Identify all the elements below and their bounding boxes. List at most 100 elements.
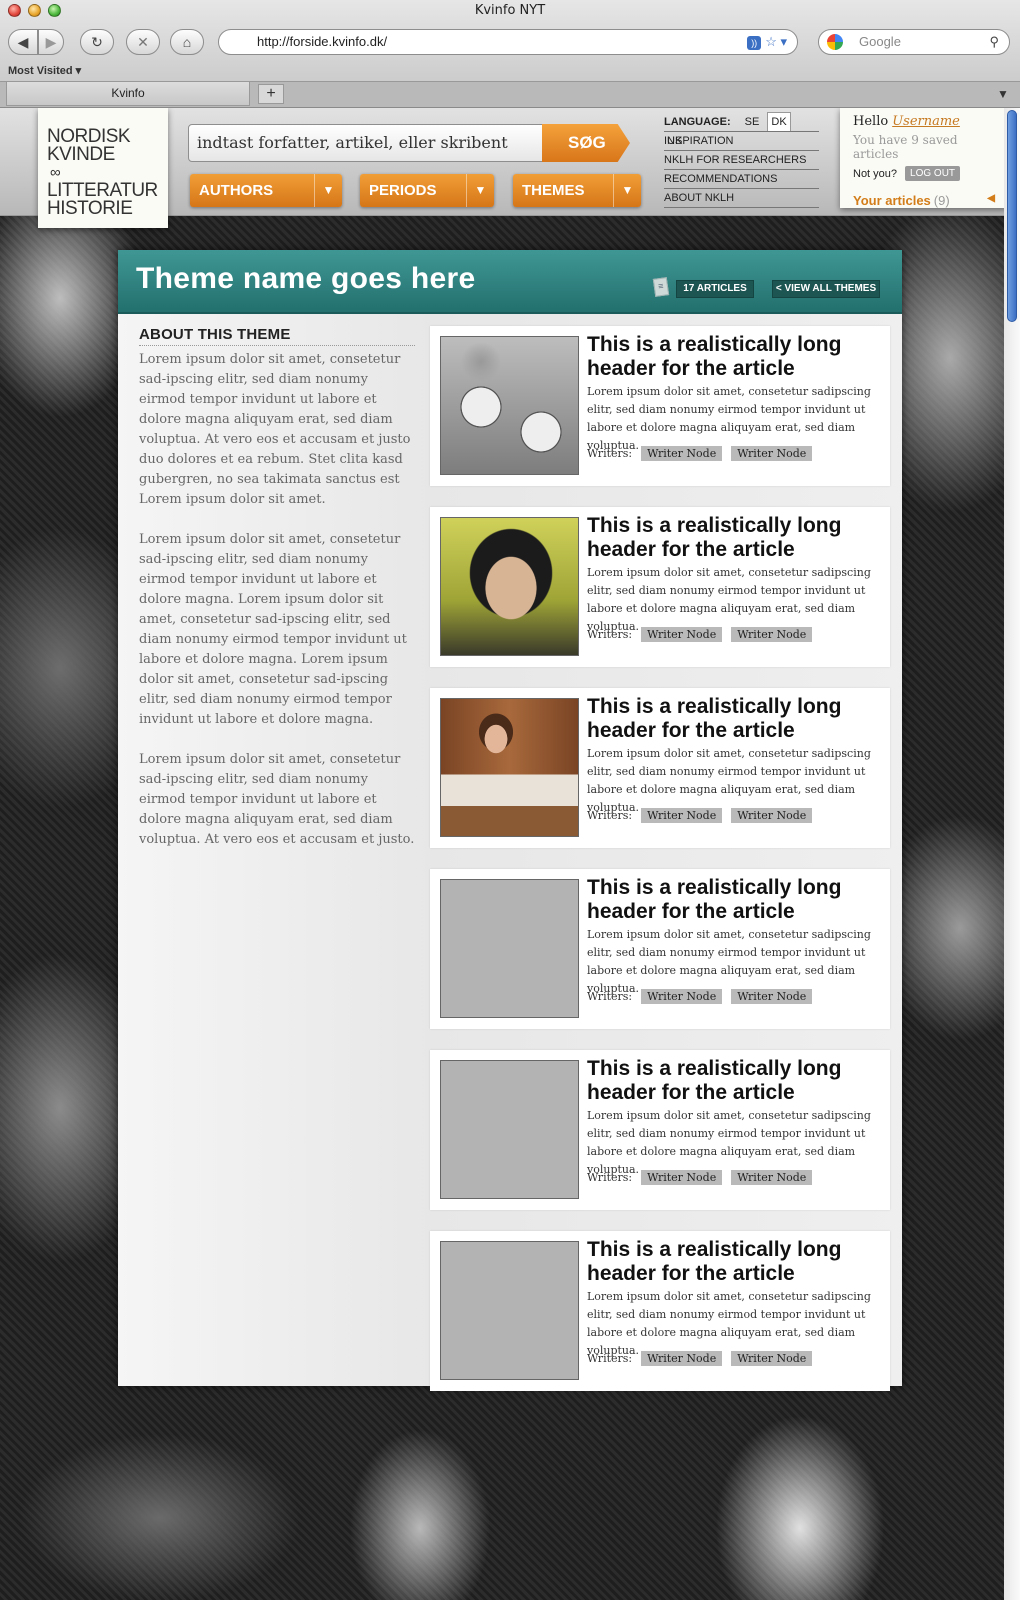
nav-authors-dropdown[interactable]: AUTHORS ▼ xyxy=(190,174,342,207)
article-excerpt: Lorem ipsum dolor sit amet, consetetur s… xyxy=(587,385,871,452)
article-excerpt: Lorem ipsum dolor sit amet, consetetur s… xyxy=(587,928,871,995)
header-links-divider xyxy=(664,207,819,208)
writer-tag[interactable]: Writer Node xyxy=(641,1351,723,1366)
writer-tag[interactable]: Writer Node xyxy=(731,989,813,1004)
article-writers: Writers: Writer Node Writer Node xyxy=(587,989,813,1004)
magnifier-icon[interactable]: ⚲ xyxy=(989,30,999,54)
address-bar[interactable]: http://forside.kvinfo.dk/ )) ☆ ▾ xyxy=(218,29,798,55)
your-articles-count: (9) xyxy=(933,193,950,208)
nav-periods-label: PERIODS xyxy=(369,182,437,199)
your-articles-link[interactable]: Your articles (9) ◀ xyxy=(853,193,995,208)
writer-tag[interactable]: Writer Node xyxy=(731,1170,813,1185)
article-card[interactable]: This is a realistically long header for … xyxy=(430,326,890,486)
about-paragraph: Lorem ipsum dolor sit amet, consetetur s… xyxy=(139,352,411,507)
not-you-text: Not you? xyxy=(853,167,898,180)
logout-button[interactable]: LOG OUT xyxy=(905,166,961,181)
article-card[interactable]: This is a realistically long header for … xyxy=(430,869,890,1029)
home-icon: ⌂ xyxy=(182,34,192,50)
browser-toolbar: ◀ ▶ ↻ ✕ ⌂ http://forside.kvinfo.dk/ )) ☆ … xyxy=(0,24,1020,60)
page-viewport: NORDISK KVINDE ∞ LITTERATUR HISTORIE indt… xyxy=(0,108,1004,1600)
about-theme-text: Lorem ipsum dolor sit amet, consetetur s… xyxy=(139,350,415,870)
header-link-inspiration[interactable]: INSPIRATION xyxy=(664,131,819,150)
stop-button[interactable]: ✕ xyxy=(126,29,160,55)
nav-periods-dropdown[interactable]: PERIODS ▼ xyxy=(360,174,494,207)
writer-tag[interactable]: Writer Node xyxy=(641,808,723,823)
article-title[interactable]: This is a realistically long header for … xyxy=(587,1057,883,1105)
header-link-researchers[interactable]: NKLH FOR RESEARCHERS xyxy=(664,150,819,169)
language-se[interactable]: SE xyxy=(742,113,763,131)
article-title[interactable]: This is a realistically long header for … xyxy=(587,695,883,743)
most-visited-bookmark[interactable]: Most Visited ▾ xyxy=(8,65,81,77)
caret-left-icon: ◀ xyxy=(987,193,995,204)
article-image-woman-at-desk-photo[interactable] xyxy=(440,698,579,837)
window-close-button[interactable] xyxy=(8,4,21,17)
article-writers: Writers: Writer Node Writer Node xyxy=(587,446,813,461)
window-minimize-button[interactable] xyxy=(28,4,41,17)
new-tab-button[interactable]: + xyxy=(258,84,284,104)
about-theme-heading: ABOUT THIS THEME xyxy=(139,326,415,346)
user-panel: Hello Username You have 9 saved articles … xyxy=(840,108,1004,208)
article-image-placeholder[interactable] xyxy=(440,879,579,1018)
site-search-input[interactable]: indtast forfatter, artikel, eller skribe… xyxy=(188,124,544,162)
writer-tag[interactable]: Writer Node xyxy=(731,808,813,823)
writer-tag[interactable]: Writer Node xyxy=(641,1170,723,1185)
article-title[interactable]: This is a realistically long header for … xyxy=(587,333,883,381)
writer-tag[interactable]: Writer Node xyxy=(731,627,813,642)
article-list: This is a realistically long header for … xyxy=(430,326,890,1412)
reload-button[interactable]: ↻ xyxy=(80,29,114,55)
article-title[interactable]: This is a realistically long header for … xyxy=(587,514,883,562)
article-image-strike-photo[interactable] xyxy=(440,336,579,475)
article-image-placeholder[interactable] xyxy=(440,1060,579,1199)
forward-button[interactable]: ▶ xyxy=(38,29,64,55)
history-dropdown-icon[interactable]: ▾ xyxy=(780,34,787,49)
scrollbar-thumb[interactable] xyxy=(1007,110,1017,322)
back-button[interactable]: ◀ xyxy=(8,29,38,55)
browser-search-field[interactable]: Google ⚲ xyxy=(818,29,1010,55)
writer-tag[interactable]: Writer Node xyxy=(731,446,813,461)
article-card[interactable]: This is a realistically long header for … xyxy=(430,688,890,848)
page-title: Theme name goes here xyxy=(136,262,476,295)
tab-strip: Kvinfo + ▼ xyxy=(0,81,1020,107)
theme-banner: Theme name goes here ≡ 17 ARTICLES < VIE… xyxy=(118,250,902,314)
site-logo[interactable]: NORDISK KVINDE ∞ LITTERATUR HISTORIE xyxy=(38,108,168,228)
back-arrow-icon: ◀ xyxy=(17,33,29,50)
article-writers: Writers: Writer Node Writer Node xyxy=(587,1351,813,1366)
tab-list-menu-icon[interactable]: ▼ xyxy=(992,84,1014,104)
reload-icon: ↻ xyxy=(91,33,103,50)
article-image-smiling-woman-photo[interactable] xyxy=(440,517,579,656)
article-excerpt: Lorem ipsum dolor sit amet, consetetur s… xyxy=(587,1109,871,1176)
home-button[interactable]: ⌂ xyxy=(170,29,204,55)
writer-tag[interactable]: Writer Node xyxy=(641,627,723,642)
search-button[interactable]: SØG xyxy=(542,124,630,162)
bookmark-star-icon[interactable]: ☆ xyxy=(765,34,777,49)
saved-articles-text: You have 9 saved articles xyxy=(853,133,958,161)
article-card[interactable]: This is a realistically long header for … xyxy=(430,1050,890,1210)
bookmarks-bar: Most Visited ▾ xyxy=(0,62,1020,80)
article-title[interactable]: This is a realistically long header for … xyxy=(587,876,883,924)
username-link[interactable]: Username xyxy=(892,114,960,129)
rss-icon[interactable]: )) xyxy=(747,35,762,50)
writer-tag[interactable]: Writer Node xyxy=(641,446,723,461)
greeting: Hello Username xyxy=(853,114,960,129)
vertical-scrollbar[interactable] xyxy=(1004,108,1020,1600)
article-card[interactable]: This is a realistically long header for … xyxy=(430,507,890,667)
language-dk[interactable]: DK xyxy=(767,112,791,132)
language-switcher: LANGUAGE: SE DK UK xyxy=(664,112,819,147)
nav-themes-dropdown[interactable]: THEMES ▼ xyxy=(513,174,641,207)
article-excerpt: Lorem ipsum dolor sit amet, consetetur s… xyxy=(587,1290,871,1357)
view-all-themes-button[interactable]: < VIEW ALL THEMES xyxy=(772,280,880,298)
google-engine-icon[interactable] xyxy=(827,34,843,50)
browser-tab-kvinfo[interactable]: Kvinfo xyxy=(6,82,250,106)
article-title[interactable]: This is a realistically long header for … xyxy=(587,1238,883,1286)
window-zoom-button[interactable] xyxy=(48,4,61,17)
header-link-recommendations[interactable]: RECOMMENDATIONS xyxy=(664,169,819,188)
header-link-about[interactable]: ABOUT NKLH xyxy=(664,188,819,207)
article-card[interactable]: This is a realistically long header for … xyxy=(430,1231,890,1391)
browser-chrome: Kvinfo NYT ◀ ▶ ↻ ✕ ⌂ http://forside.kvin… xyxy=(0,0,1020,108)
writer-tag[interactable]: Writer Node xyxy=(641,989,723,1004)
your-articles-label: Your articles xyxy=(853,193,931,208)
article-image-placeholder[interactable] xyxy=(440,1241,579,1380)
writer-tag[interactable]: Writer Node xyxy=(731,1351,813,1366)
theme-panel: Theme name goes here ≡ 17 ARTICLES < VIE… xyxy=(118,250,902,1391)
article-count-badge[interactable]: 17 ARTICLES xyxy=(676,280,754,298)
